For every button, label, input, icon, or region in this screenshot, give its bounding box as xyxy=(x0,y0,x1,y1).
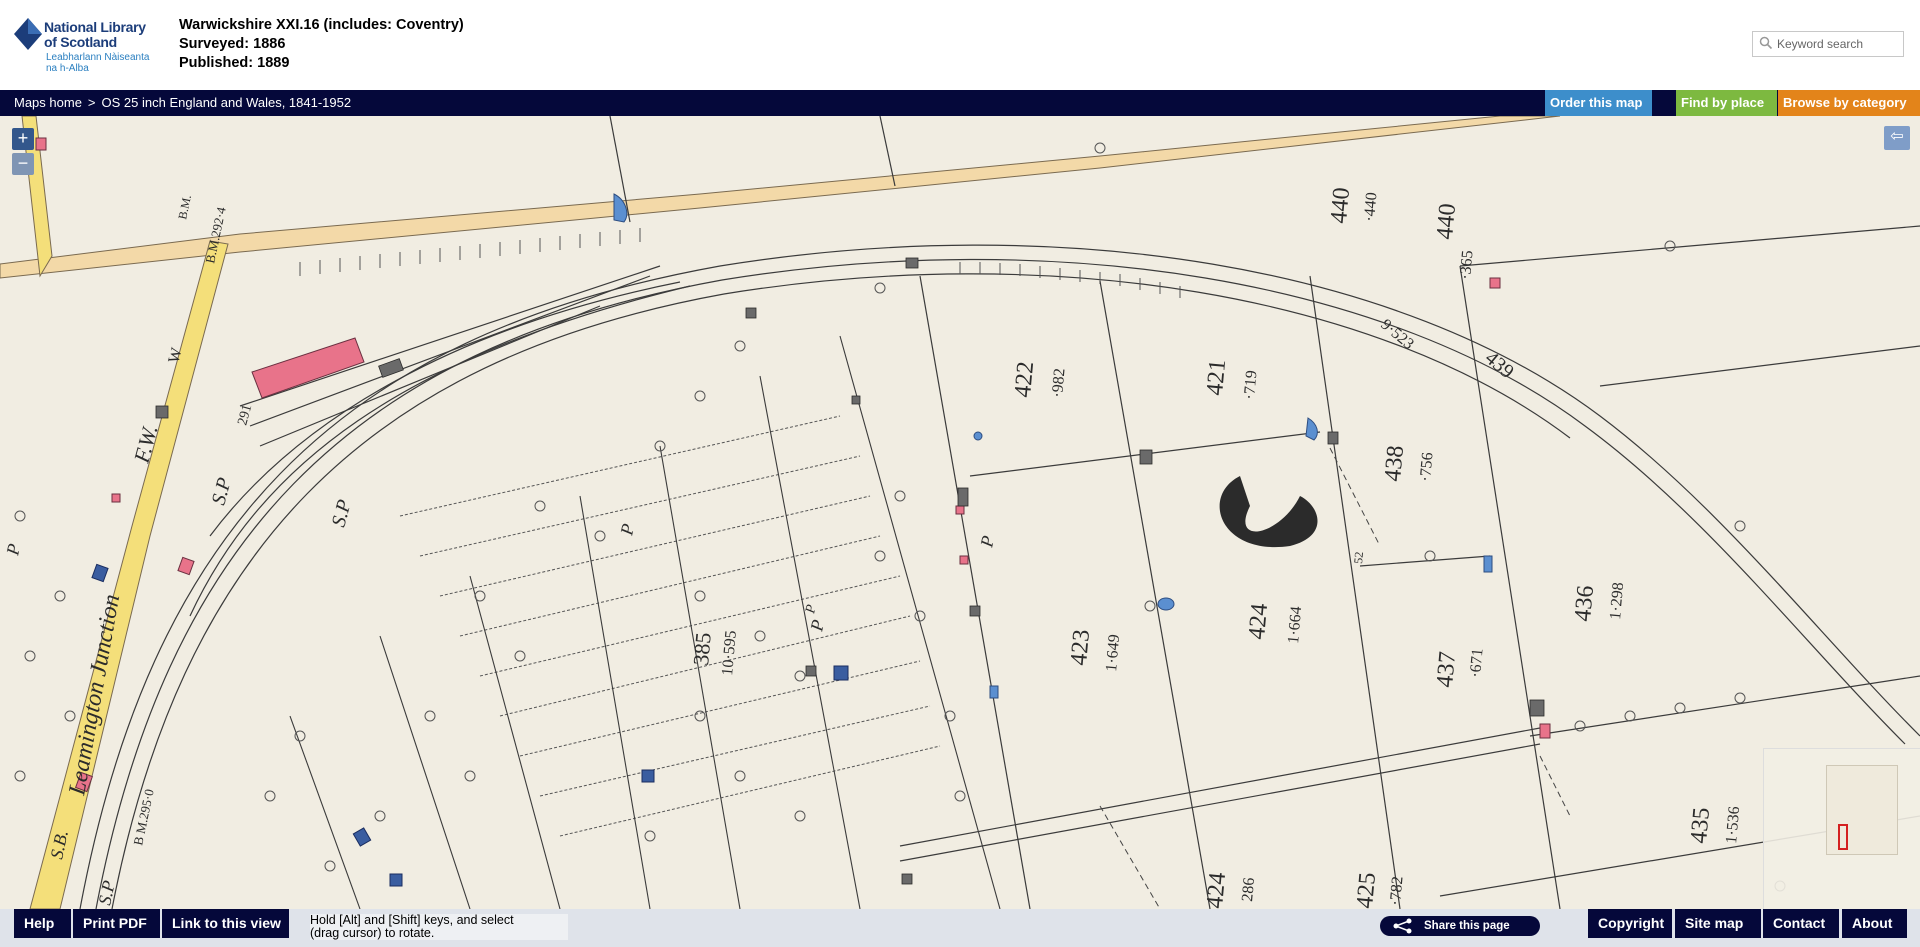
label-422: 422 xyxy=(1010,360,1039,398)
copyright-link[interactable]: Copyright xyxy=(1588,909,1672,938)
logo-gaelic-1: Leabharlann Nàiseanta xyxy=(46,52,150,63)
label-424-area: 1·664 xyxy=(1285,606,1305,645)
nav-bar: Maps home > OS 25 inch England and Wales, … xyxy=(0,90,1920,116)
label-437: 437 xyxy=(1432,650,1461,688)
map-title: Warwickshire XXI.16 (includes: Coventry) xyxy=(179,17,464,33)
logo-title: National Library of Scotland xyxy=(44,20,146,50)
search-input[interactable] xyxy=(1777,35,1901,53)
label-424: 424 xyxy=(1244,602,1273,640)
label-423: 423 xyxy=(1066,628,1095,666)
label-440: 440 xyxy=(1326,186,1355,224)
label-421: 421 xyxy=(1202,358,1231,396)
logo-gaelic-2: na h-Alba xyxy=(46,63,89,74)
print-pdf-button[interactable]: Print PDF xyxy=(73,909,160,938)
rotate-help-line-2: (drag cursor) to rotate. xyxy=(310,926,435,940)
logo-line-1: National Library xyxy=(44,19,146,35)
nls-logo-icon xyxy=(14,18,42,50)
site-map-link[interactable]: Site map xyxy=(1675,909,1761,938)
label-424a-area: 286 xyxy=(1239,877,1258,902)
label-435: 435 xyxy=(1686,806,1715,844)
map-surveyed: Surveyed: 1886 xyxy=(179,36,286,52)
overview-map[interactable] xyxy=(1763,748,1920,909)
breadcrumb-maps-home[interactable]: Maps home xyxy=(14,95,82,110)
nav-divider xyxy=(1651,90,1676,116)
label-425-area: ·782 xyxy=(1387,876,1406,907)
zoom-in-button[interactable]: + xyxy=(12,128,34,150)
order-map-button[interactable]: Order this map xyxy=(1545,90,1651,116)
label-424a: 424 xyxy=(1202,871,1231,909)
logo-line-2: of Scotland xyxy=(44,34,117,50)
rotate-help-text: Hold [Alt] and [Shift] keys, and select … xyxy=(310,914,568,940)
label-435-area: 1·536 xyxy=(1723,806,1743,845)
historic-map-image[interactable]: B.M.292·4 291 W F.W. S.P S.P Leamington … xyxy=(0,116,1920,909)
about-link[interactable]: About xyxy=(1842,909,1907,938)
site-header: National Library of Scotland Leabharlann… xyxy=(0,0,1920,90)
collapse-arrow-icon[interactable]: ⇦ xyxy=(1884,126,1910,150)
overview-map-frame xyxy=(1826,765,1898,855)
search-box xyxy=(1752,31,1904,57)
zoom-out-button[interactable]: − xyxy=(12,153,34,175)
label-421-area: ·719 xyxy=(1241,370,1260,401)
nls-logo[interactable]: National Library of Scotland Leabharlann… xyxy=(14,14,154,76)
label-425: 425 xyxy=(1352,871,1381,909)
browse-by-category-button[interactable]: Browse by category xyxy=(1778,90,1920,116)
label-436: 436 xyxy=(1570,584,1599,622)
footer-bar: Help Print PDF Link to this view Hold [A… xyxy=(0,909,1920,947)
help-button[interactable]: Help xyxy=(14,909,71,938)
map-published: Published: 1889 xyxy=(179,55,290,71)
breadcrumb-separator: > xyxy=(87,95,96,110)
search-icon xyxy=(1759,36,1773,50)
share-icon xyxy=(1393,918,1412,934)
label-440a-area: ·365 xyxy=(1457,250,1476,281)
label-436-area: 1·298 xyxy=(1607,582,1627,621)
overview-viewport-rect[interactable] xyxy=(1838,824,1848,850)
label-440-area: ·440 xyxy=(1361,192,1380,223)
share-page-button[interactable]: Share this page xyxy=(1380,916,1540,936)
label-440a: 440 xyxy=(1432,202,1461,240)
label-437-area: ·671 xyxy=(1467,648,1486,679)
label-385: 385 xyxy=(688,631,716,666)
breadcrumb-series[interactable]: OS 25 inch England and Wales, 1841-1952 xyxy=(102,95,352,110)
breadcrumb: Maps home > OS 25 inch England and Wales, … xyxy=(14,95,351,110)
find-by-place-button[interactable]: Find by place xyxy=(1676,90,1777,116)
map-info: Warwickshire XXI.16 (includes: Coventry)… xyxy=(179,16,464,73)
map-viewer[interactable]: B.M.292·4 291 W F.W. S.P S.P Leamington … xyxy=(0,116,1920,909)
label-438-area: ·756 xyxy=(1417,452,1436,483)
label-422-area: ·982 xyxy=(1049,368,1068,399)
share-label: Share this page xyxy=(1424,920,1510,932)
logo-gaelic: Leabharlann Nàiseanta na h-Alba xyxy=(46,52,149,74)
link-to-view-button[interactable]: Link to this view xyxy=(162,909,289,938)
contact-link[interactable]: Contact xyxy=(1763,909,1839,938)
label-438: 438 xyxy=(1380,444,1409,482)
label-423-area: 1·649 xyxy=(1103,634,1123,673)
label-52: 52 xyxy=(1351,551,1366,564)
